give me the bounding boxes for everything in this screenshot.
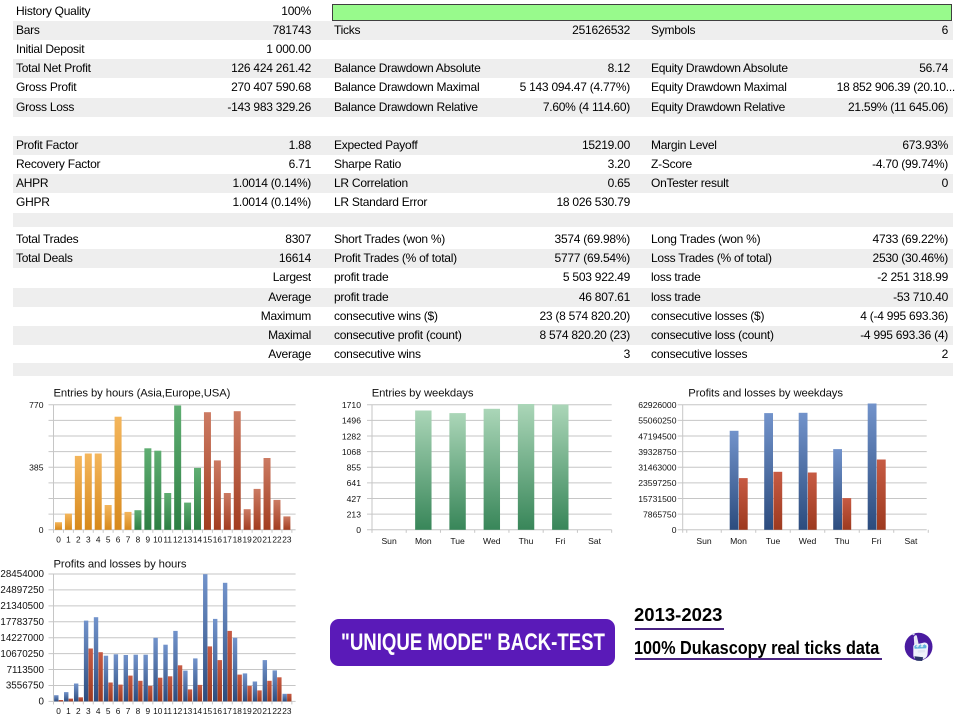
svg-text:Sat: Sat	[588, 536, 602, 546]
svg-text:427: 427	[347, 494, 362, 504]
svg-text:24897250: 24897250	[0, 585, 44, 596]
svg-text:7: 7	[126, 706, 131, 716]
svg-text:9: 9	[146, 534, 151, 544]
svg-text:3: 3	[86, 706, 91, 716]
svg-text:10: 10	[153, 706, 163, 716]
svg-text:23: 23	[282, 534, 292, 544]
svg-text:15: 15	[203, 706, 213, 716]
svg-text:5: 5	[106, 534, 111, 544]
svg-text:8: 8	[136, 534, 141, 544]
svg-text:14: 14	[193, 706, 203, 716]
svg-text:16: 16	[213, 534, 223, 544]
svg-text:14: 14	[193, 534, 203, 544]
svg-text:10670250: 10670250	[0, 649, 44, 660]
svg-text:Wed: Wed	[799, 536, 817, 546]
svg-text:7865750: 7865750	[643, 509, 677, 519]
svg-text:8: 8	[136, 706, 141, 716]
svg-text:31463000: 31463000	[638, 463, 676, 473]
svg-text:1282: 1282	[342, 431, 361, 441]
svg-text:14227000: 14227000	[0, 633, 44, 644]
svg-text:Profits and losses by hours: Profits and losses by hours	[54, 559, 187, 571]
svg-text:4: 4	[96, 534, 101, 544]
svg-text:17: 17	[223, 534, 233, 544]
svg-text:3556750: 3556750	[6, 681, 45, 692]
svg-text:15731500: 15731500	[638, 494, 676, 504]
svg-text:1068: 1068	[342, 447, 361, 457]
svg-text:Tue: Tue	[450, 536, 465, 546]
svg-text:21: 21	[262, 706, 272, 716]
svg-text:Thu: Thu	[835, 536, 850, 546]
svg-text:0: 0	[39, 697, 45, 708]
svg-text:16: 16	[213, 706, 223, 716]
svg-text:3: 3	[86, 534, 91, 544]
svg-text:1: 1	[66, 534, 71, 544]
svg-text:13: 13	[183, 706, 193, 716]
svg-text:7113500: 7113500	[7, 665, 45, 676]
svg-text:0: 0	[672, 525, 677, 535]
svg-text:Wed: Wed	[483, 536, 501, 546]
svg-text:Sun: Sun	[696, 536, 712, 546]
svg-text:62926000: 62926000	[638, 400, 676, 410]
svg-text:12: 12	[173, 534, 183, 544]
svg-text:Thu: Thu	[519, 536, 534, 546]
svg-text:385: 385	[29, 463, 44, 473]
svg-text:Mon: Mon	[415, 536, 432, 546]
svg-text:7: 7	[126, 534, 131, 544]
svg-text:2: 2	[76, 534, 81, 544]
svg-text:Tue: Tue	[766, 536, 781, 546]
svg-text:0: 0	[56, 706, 61, 716]
svg-text:28454000: 28454000	[0, 569, 44, 580]
svg-text:Sun: Sun	[381, 536, 397, 546]
svg-text:1710: 1710	[342, 400, 361, 410]
svg-text:20: 20	[252, 706, 262, 716]
svg-text:17783750: 17783750	[0, 617, 44, 628]
svg-text:13: 13	[183, 534, 193, 544]
svg-text:Fri: Fri	[871, 536, 881, 546]
svg-text:Entries by weekdays: Entries by weekdays	[372, 388, 474, 400]
svg-text:39328750: 39328750	[638, 447, 676, 457]
svg-text:Mon: Mon	[730, 536, 747, 546]
svg-text:1: 1	[66, 706, 71, 716]
svg-text:Fri: Fri	[555, 536, 565, 546]
svg-text:12: 12	[173, 706, 183, 716]
svg-text:20: 20	[252, 534, 262, 544]
svg-text:213: 213	[347, 509, 362, 519]
svg-text:0: 0	[39, 525, 44, 535]
svg-text:18: 18	[233, 534, 243, 544]
svg-text:22: 22	[272, 706, 282, 716]
svg-text:Entries by hours (Asia,Europe,: Entries by hours (Asia,Europe,USA)	[54, 388, 231, 400]
svg-text:641: 641	[347, 478, 362, 488]
svg-text:11: 11	[163, 534, 172, 544]
svg-text:Profits and losses by weekdays: Profits and losses by weekdays	[688, 388, 843, 400]
svg-text:5: 5	[106, 706, 111, 716]
svg-text:22: 22	[272, 534, 282, 544]
svg-text:770: 770	[29, 400, 44, 410]
svg-text:9: 9	[146, 706, 151, 716]
svg-text:21: 21	[262, 534, 272, 544]
svg-text:55060250: 55060250	[638, 416, 676, 426]
svg-text:21340500: 21340500	[0, 601, 44, 612]
svg-text:4: 4	[96, 706, 101, 716]
svg-text:17: 17	[223, 706, 233, 716]
svg-text:0: 0	[356, 525, 361, 535]
svg-text:19: 19	[243, 534, 253, 544]
svg-text:18: 18	[233, 706, 243, 716]
svg-text:23597250: 23597250	[638, 478, 676, 488]
svg-text:23: 23	[282, 706, 292, 716]
svg-text:0: 0	[56, 534, 61, 544]
svg-text:47194500: 47194500	[638, 431, 676, 441]
svg-text:2: 2	[76, 706, 81, 716]
svg-text:1496: 1496	[342, 416, 361, 426]
svg-text:11: 11	[163, 706, 172, 716]
svg-text:15: 15	[203, 534, 213, 544]
svg-text:6: 6	[116, 706, 121, 716]
svg-text:855: 855	[347, 463, 362, 473]
svg-text:6: 6	[116, 534, 121, 544]
svg-text:19: 19	[243, 706, 253, 716]
svg-text:Sat: Sat	[905, 536, 919, 546]
svg-text:10: 10	[153, 534, 163, 544]
